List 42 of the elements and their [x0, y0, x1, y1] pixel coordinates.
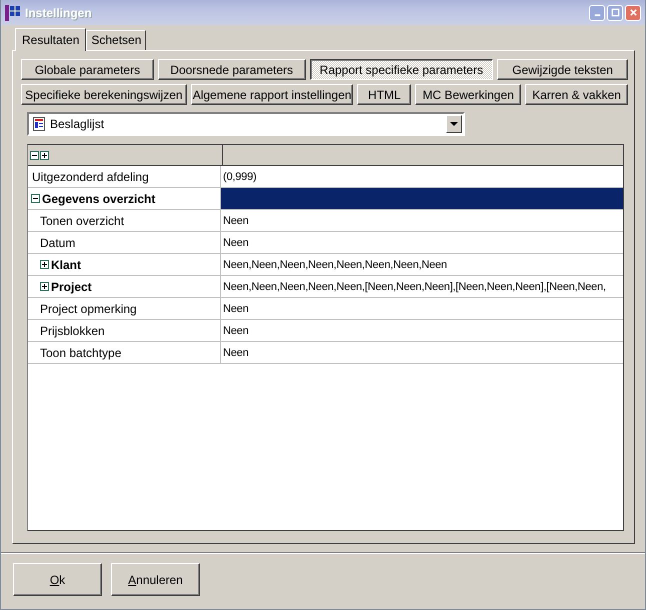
expand-icon[interactable] — [40, 260, 49, 269]
property-value[interactable]: Neen — [221, 320, 623, 341]
property-name: Prijsblokken — [40, 324, 105, 338]
property-value[interactable]: Neen — [221, 342, 623, 363]
property-name: Datum — [40, 236, 76, 250]
section-button[interactable]: MC Bewerkingen — [415, 84, 522, 105]
dialog-button[interactable]: Ok — [13, 563, 102, 596]
section-button[interactable]: Karren & vakken — [525, 84, 628, 105]
property-value[interactable]: Neen,Neen,Neen,Neen,Neen,Neen,Neen,Neen — [221, 254, 623, 275]
section-button[interactable]: Globale parameters — [21, 59, 154, 80]
report-icon — [33, 117, 45, 131]
dropdown-value: Beslaglijst — [50, 117, 106, 131]
section-button[interactable]: HTML — [357, 84, 412, 105]
section-button[interactable]: Rapport specifieke parameters — [310, 59, 494, 80]
expand-icon[interactable] — [40, 282, 49, 291]
collapse-all-icon[interactable] — [30, 150, 39, 160]
property-name: Uitgezonderd afdeling — [32, 170, 149, 184]
collapse-icon[interactable] — [31, 194, 40, 203]
section-button[interactable]: Doorsnede parameters — [158, 59, 306, 80]
maximize-icon — [610, 8, 620, 17]
tab[interactable]: Schetsen — [86, 30, 146, 50]
property-name: Toon batchtype — [40, 346, 122, 360]
dialog-button[interactable]: Annuleren — [111, 563, 200, 596]
close-icon — [628, 8, 638, 17]
section-button[interactable]: Specifieke berekeningswijzen — [21, 84, 187, 105]
report-dropdown[interactable]: Beslaglijst — [27, 112, 465, 136]
property-value[interactable]: (0,999) — [221, 166, 623, 187]
property-value[interactable]: Neen,Neen,Neen,Neen,Neen,[Neen,Neen,Neen],[Neen,Neen,Neen],[Neen,Neen, — [221, 276, 623, 297]
property-name: Project opmerking — [40, 302, 137, 316]
property-value[interactable]: Neen — [221, 298, 623, 319]
tab[interactable]: Resultaten — [15, 28, 86, 51]
property-name: Project — [51, 280, 92, 294]
property-name: Gegevens overzicht — [42, 192, 156, 206]
expand-all-icon[interactable] — [40, 150, 49, 160]
section-button[interactable]: Gewijzigde teksten — [497, 59, 628, 80]
window-title: Instellingen — [25, 6, 93, 20]
property-name: Tonen overzicht — [40, 214, 124, 228]
property-value[interactable]: Neen — [221, 210, 623, 231]
property-value[interactable]: Neen — [221, 232, 623, 253]
property-name: Klant — [51, 258, 81, 272]
grid-app-icon — [5, 4, 21, 20]
section-button[interactable]: Algemene rapport instellingen — [190, 84, 354, 105]
